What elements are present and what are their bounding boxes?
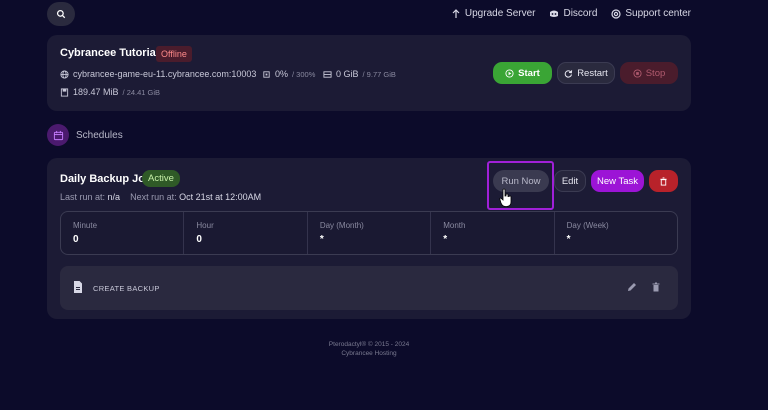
status-badge: Offline [156,46,192,62]
memory-usage: 189.47 MiB / 24.41 GiB [60,87,160,97]
cron-value: 0 [73,234,79,245]
disk-value: 0 GiB [336,69,359,79]
task-row: CREATE BACKUP [60,266,678,310]
task-trash-icon[interactable] [651,282,661,292]
edit-schedule-button[interactable]: Edit [554,170,586,192]
cron-month: Month * [431,212,555,254]
discord-link[interactable]: Discord [549,8,597,19]
delete-schedule-button[interactable] [649,170,678,192]
cron-day-week: Day (Week) * [555,212,677,254]
footer-host: Cybrancee Hosting [341,350,397,357]
memory-icon [60,87,69,97]
cron-value: * [566,234,571,245]
cron-label: Minute [73,221,98,230]
arrow-up-icon [452,8,460,18]
disk-limit: / 9.77 GiB [362,69,396,79]
support-center-link[interactable]: Support center [611,8,691,19]
cron-table: Minute 0 Hour 0 Day (Month) * Month * Da… [60,211,678,255]
cpu-limit: / 300% [292,69,316,79]
disk-icon [323,70,332,78]
disk-usage: 0 GiB / 9.77 GiB [323,69,396,79]
cron-day-month: Day (Month) * [308,212,432,254]
last-run-label: Last run at: [60,192,106,202]
search-icon [56,9,66,19]
server-card: Cybrancee Tutorials Offline cybrancee-ga… [47,35,691,111]
new-task-button[interactable]: New Task [591,170,644,192]
server-name: Cybrancee Tutorials [60,47,165,59]
cron-hour: Hour 0 [184,212,308,254]
stop-icon [633,68,642,78]
cron-label: Day (Week) [566,221,609,230]
play-icon [505,68,514,78]
cron-minute: Minute 0 [61,212,185,254]
task-label: CREATE BACKUP [93,284,160,293]
upgrade-server-link[interactable]: Upgrade Server [451,8,536,19]
footer-copyright: Pterodactyl® © 2015 - 2024 [328,341,410,348]
job-name: Daily Backup Job [60,173,152,185]
server-address: cybrancee-game-eu-11.cybrancee.com:10003 [60,69,256,79]
stop-label: Stop [645,67,666,79]
hand-cursor-icon [499,188,512,207]
support-center-label: Support center [625,8,691,19]
cpu-usage: 0% / 300% [262,69,315,79]
next-run-label: Next run at: [130,192,177,202]
restart-icon [564,69,573,78]
cron-value: * [319,234,324,245]
job-status-badge: Active [142,170,180,187]
search-button[interactable] [47,2,75,26]
discord-icon [550,10,559,17]
schedule-card: Daily Backup Job Active Last run at: n/a… [47,158,691,319]
restart-label: Restart [577,67,608,79]
cron-label: Month [443,221,466,230]
cron-label: Day (Month) [319,221,364,230]
start-button[interactable]: Start [493,62,552,84]
memory-value: 189.47 MiB [73,87,119,97]
cron-label: Hour [196,221,214,230]
run-info: Last run at: n/a Next run at: Oct 21st a… [60,192,261,202]
upgrade-server-label: Upgrade Server [464,8,536,19]
last-run-value: n/a [107,192,121,202]
start-label: Start [518,67,540,79]
cpu-value: 0% [275,69,289,79]
trash-icon [660,176,667,186]
support-icon [611,8,621,19]
cron-value: * [443,234,448,245]
cron-value: 0 [196,234,202,245]
next-run-value: Oct 21st at 12:00AM [179,192,262,202]
top-links: Upgrade Server Discord Support center [451,8,691,19]
pencil-icon[interactable] [627,282,637,292]
stop-button[interactable]: Stop [620,62,678,84]
memory-limit: / 24.41 GiB [122,87,161,97]
schedules-heading: Schedules [76,130,123,141]
server-address-text: cybrancee-game-eu-11.cybrancee.com:10003 [73,69,257,79]
discord-label: Discord [563,8,598,19]
cpu-icon [263,70,270,78]
file-icon [74,281,82,293]
calendar-icon [47,124,69,146]
globe-icon [60,69,69,79]
restart-button[interactable]: Restart [557,62,615,84]
